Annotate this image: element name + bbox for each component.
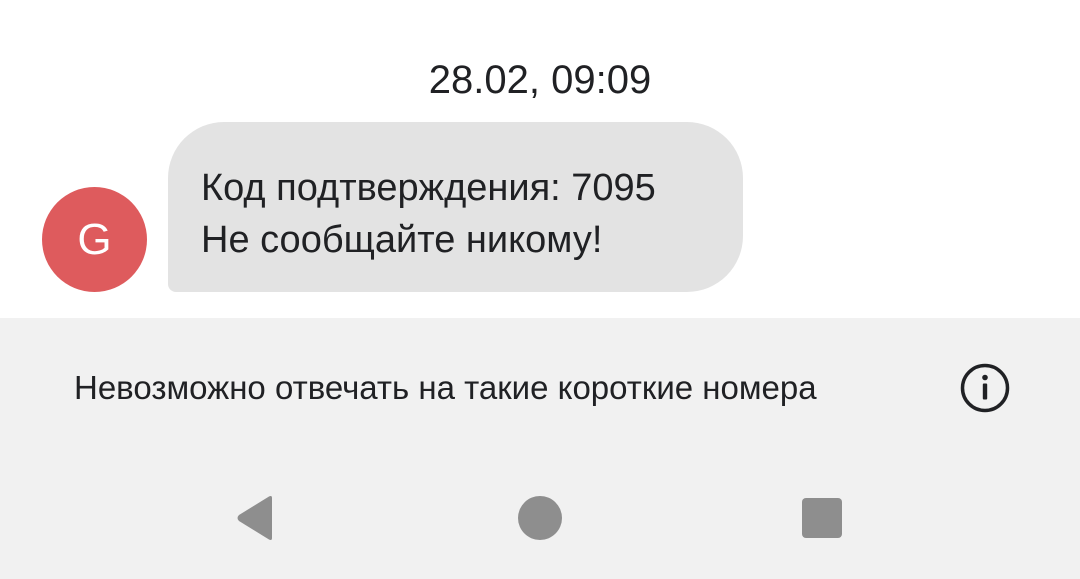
reply-disabled-footer: Невозможно отвечать на такие короткие но… xyxy=(0,318,1080,579)
message-line-warning: Не сообщайте никому! xyxy=(201,219,603,261)
home-icon[interactable] xyxy=(500,488,580,548)
info-icon[interactable] xyxy=(959,362,1011,414)
back-icon[interactable] xyxy=(216,488,296,548)
reply-notice-text: Невозможно отвечать на такие короткие но… xyxy=(74,369,817,406)
message-line-code: Код подтверждения: 7095 xyxy=(201,167,656,209)
message-bubble[interactable]: Код подтверждения: 7095 Не сообщайте ник… xyxy=(168,122,743,292)
sender-avatar[interactable]: G xyxy=(42,187,147,292)
message-timestamp: 28.02, 09:09 xyxy=(428,58,652,102)
system-navigation-bar xyxy=(0,488,1080,548)
recents-icon[interactable] xyxy=(782,488,862,548)
sender-initial: G xyxy=(77,214,112,264)
reply-notice: Невозможно отвечать на такие короткие но… xyxy=(0,362,1080,414)
